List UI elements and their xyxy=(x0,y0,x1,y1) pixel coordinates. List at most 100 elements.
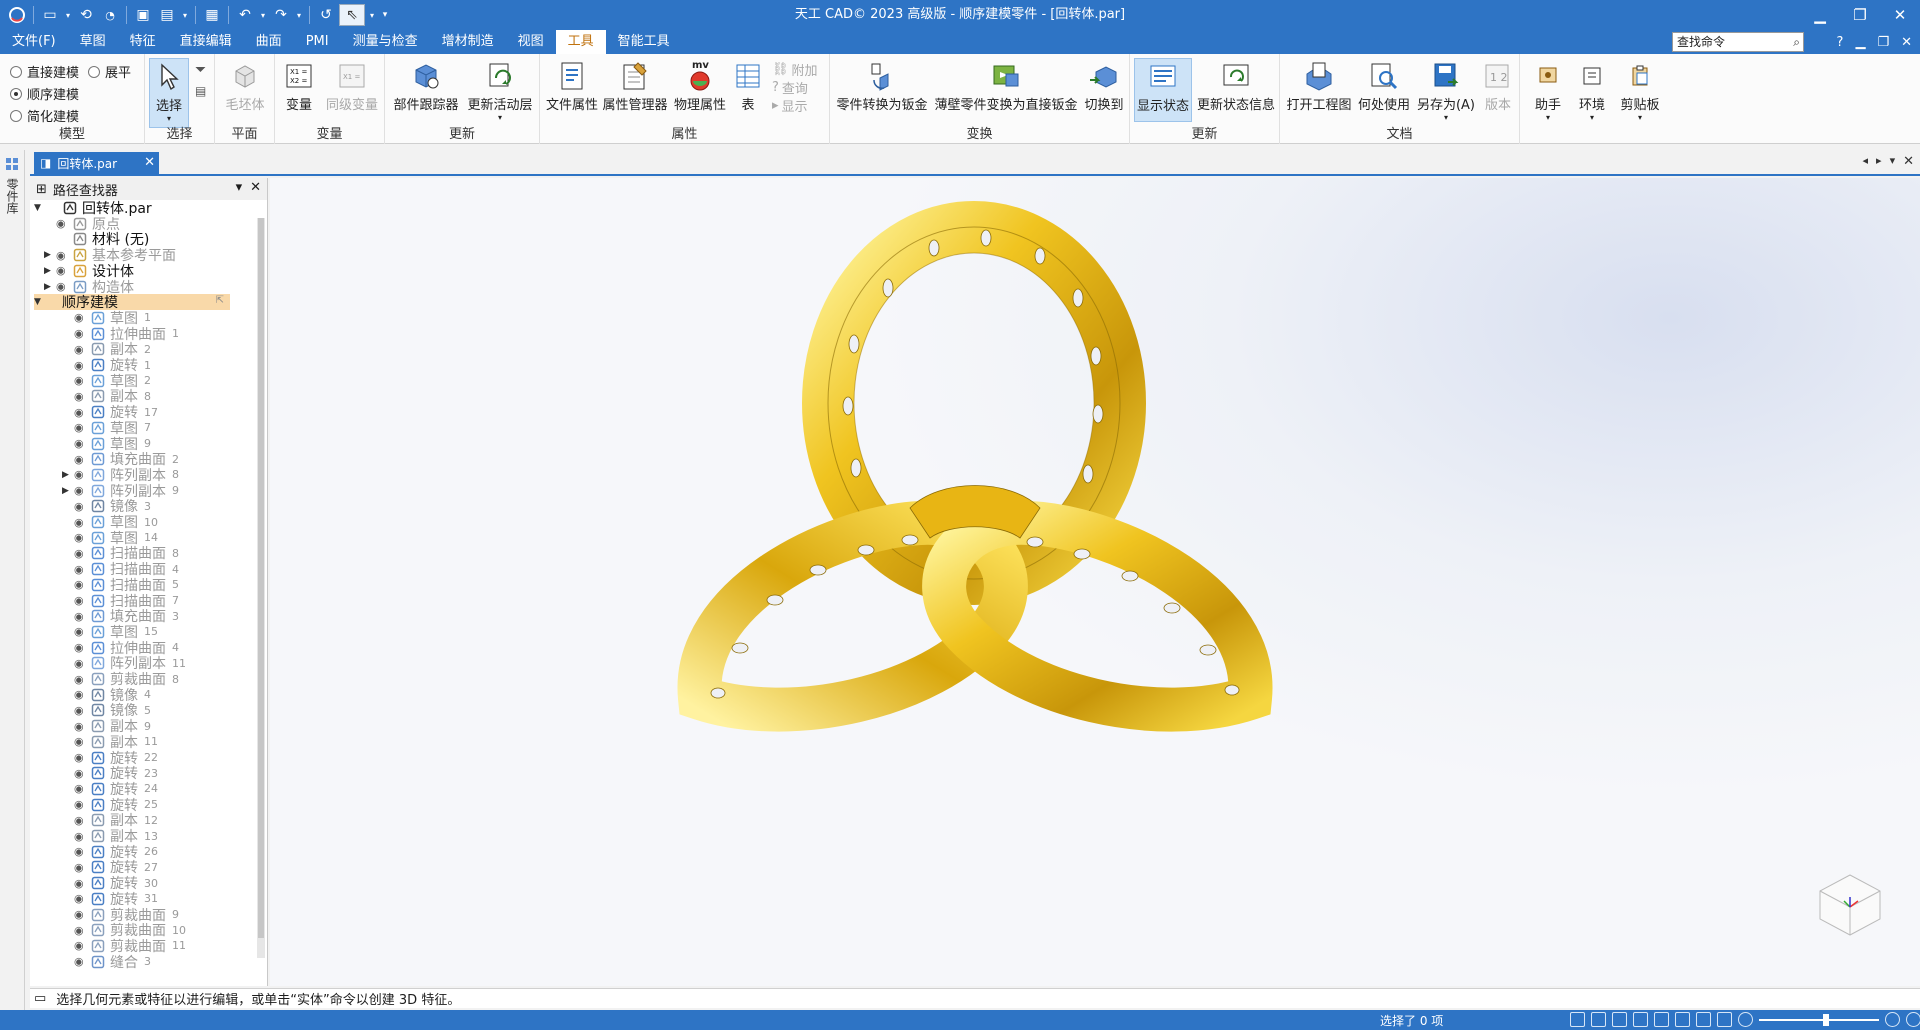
document-tab[interactable]: ◨ 回转体.par ✕ xyxy=(34,152,159,174)
menu-feature[interactable]: 特征 xyxy=(118,30,168,54)
menu-additive[interactable]: 增材制造 xyxy=(430,30,506,54)
visibility-eye-icon[interactable]: ◉ xyxy=(74,531,90,544)
visibility-eye-icon[interactable]: ◉ xyxy=(74,547,90,560)
visibility-eye-icon[interactable]: ◉ xyxy=(74,861,90,874)
part-tracker-button[interactable]: 部件跟踪器 xyxy=(391,58,461,113)
display-state-button[interactable]: 显示状态 xyxy=(1134,58,1192,122)
visibility-eye-icon[interactable]: ◉ xyxy=(74,704,90,717)
tab-scroll-right-icon[interactable]: ▸ xyxy=(1876,154,1882,169)
zoom-slider[interactable] xyxy=(1759,1013,1879,1026)
visibility-eye-icon[interactable]: ◉ xyxy=(74,735,90,748)
visibility-eye-icon[interactable]: ◉ xyxy=(74,688,90,701)
expanded-arrow-icon[interactable]: ▼ xyxy=(34,203,46,213)
menu-sketch[interactable]: 草图 xyxy=(68,30,118,54)
help-icon[interactable]: ? xyxy=(1837,35,1844,50)
visibility-eye-icon[interactable]: ◉ xyxy=(74,311,90,324)
version-button[interactable]: 1 2 版本 xyxy=(1480,58,1516,113)
ribbon-minimize-icon[interactable]: ▁ xyxy=(1855,35,1865,50)
expanded-arrow-icon[interactable]: ▼ xyxy=(34,297,46,307)
view-cube[interactable] xyxy=(1810,861,1890,944)
sketch-view-icon[interactable] xyxy=(1675,1012,1690,1027)
zoom-out-icon[interactable] xyxy=(1738,1012,1753,1027)
visibility-eye-icon[interactable]: ◉ xyxy=(74,814,90,827)
visibility-eye-icon[interactable]: ◉ xyxy=(56,280,72,293)
collapsed-arrow-icon[interactable]: ▶ xyxy=(62,486,74,496)
tree-scrollbar[interactable] xyxy=(257,218,265,958)
visibility-eye-icon[interactable]: ◉ xyxy=(74,437,90,450)
menu-measure[interactable]: 测量与检查 xyxy=(341,30,430,54)
menu-pmi[interactable]: PMI xyxy=(294,30,341,54)
close-tab-icon[interactable]: ✕ xyxy=(144,155,155,170)
collapsed-arrow-icon[interactable]: ▶ xyxy=(44,266,56,276)
open-file-icon[interactable]: ⟲ xyxy=(75,4,97,26)
visibility-eye-icon[interactable]: ◉ xyxy=(74,924,90,937)
app-logo-icon[interactable] xyxy=(6,4,28,26)
menu-direct-edit[interactable]: 直接编辑 xyxy=(168,30,244,54)
visibility-eye-icon[interactable]: ◉ xyxy=(74,673,90,686)
visibility-eye-icon[interactable]: ◉ xyxy=(74,908,90,921)
visibility-eye-icon[interactable]: ◉ xyxy=(74,563,90,576)
property-manager-button[interactable]: 属性管理器 xyxy=(602,58,668,113)
assistant-button[interactable]: 助手 ▾ xyxy=(1528,58,1568,122)
prompt-bar-icon[interactable]: ▭ xyxy=(34,991,46,1006)
visibility-eye-icon[interactable]: ◉ xyxy=(56,217,72,230)
zoom-reset-icon[interactable] xyxy=(1906,1012,1920,1027)
redo-dropdown-icon[interactable]: ▾ xyxy=(294,4,304,26)
visibility-eye-icon[interactable]: ◉ xyxy=(74,610,90,623)
shading-icon[interactable] xyxy=(1696,1012,1711,1027)
doc-restore-icon[interactable]: ❐ xyxy=(1877,35,1889,50)
zoom-slider-thumb[interactable] xyxy=(1823,1013,1829,1026)
collapsed-arrow-icon[interactable]: ▶ xyxy=(44,250,56,260)
visibility-eye-icon[interactable]: ◉ xyxy=(74,892,90,905)
save-icon[interactable]: ▣ xyxy=(132,4,154,26)
customize-toolbar-icon[interactable]: ▾ xyxy=(379,4,391,26)
menu-smart-tools[interactable]: 智能工具 xyxy=(606,30,682,54)
visibility-eye-icon[interactable]: ◉ xyxy=(74,468,90,481)
save-dropdown-icon[interactable]: ▾ xyxy=(180,4,190,26)
table-button[interactable]: 表 xyxy=(730,58,766,113)
visibility-eye-icon[interactable]: ◉ xyxy=(74,767,90,780)
visibility-eye-icon[interactable]: ◉ xyxy=(74,625,90,638)
menu-tools[interactable]: 工具 xyxy=(555,30,606,54)
pan-icon[interactable] xyxy=(1633,1012,1648,1027)
collapsed-arrow-icon[interactable]: ▶ xyxy=(44,282,56,292)
minimize-button[interactable]: ▁ xyxy=(1800,0,1840,30)
switch-to-button[interactable]: 切换到 xyxy=(1082,58,1126,113)
visibility-eye-icon[interactable]: ◉ xyxy=(74,751,90,764)
visibility-eye-icon[interactable]: ◉ xyxy=(74,657,90,670)
radio-ordered-modeling[interactable]: 顺序建模 xyxy=(10,84,79,103)
select-tool-icon[interactable]: ⇖ xyxy=(339,4,365,26)
select-tool-dropdown-icon[interactable]: ▾ xyxy=(367,4,377,26)
visibility-eye-icon[interactable]: ◉ xyxy=(74,939,90,952)
library-icon[interactable] xyxy=(4,156,20,175)
environment-button[interactable]: 环境 ▾ xyxy=(1572,58,1612,122)
command-search-input[interactable]: 查找命令 ⌕ xyxy=(1672,32,1804,52)
menu-surface[interactable]: 曲面 xyxy=(244,30,294,54)
new-file-icon[interactable]: ▭ xyxy=(39,4,61,26)
visibility-eye-icon[interactable]: ◉ xyxy=(74,421,90,434)
filter-icon[interactable]: ⏷ xyxy=(195,62,206,78)
print-icon[interactable]: ▦ xyxy=(201,4,223,26)
zoom-in-icon[interactable] xyxy=(1885,1012,1900,1027)
save-as-button[interactable]: 另存为(A) ▾ xyxy=(1414,58,1478,122)
visibility-eye-icon[interactable]: ◉ xyxy=(74,374,90,387)
clipboard-button[interactable]: 剪贴板 ▾ xyxy=(1616,58,1664,122)
visibility-eye-icon[interactable]: ◉ xyxy=(74,516,90,529)
visibility-eye-icon[interactable]: ◉ xyxy=(74,359,90,372)
tab-list-icon[interactable]: ▾ xyxy=(1890,154,1896,169)
close-all-icon[interactable]: ✕ xyxy=(1903,154,1914,169)
radio-direct-modeling[interactable]: 直接建模 xyxy=(10,62,79,81)
undo-icon[interactable]: ↶ xyxy=(234,4,256,26)
redo-icon[interactable]: ↷ xyxy=(270,4,292,26)
visibility-eye-icon[interactable]: ◉ xyxy=(74,343,90,356)
menu-file[interactable]: 文件(F) xyxy=(0,30,68,54)
model-render[interactable] xyxy=(270,178,1920,986)
revolved-body-model[interactable] xyxy=(677,201,1273,732)
update-state-info-button[interactable]: 更新状态信息 xyxy=(1194,58,1278,113)
visibility-eye-icon[interactable]: ◉ xyxy=(74,500,90,513)
file-properties-button[interactable]: 文件属性 xyxy=(544,58,600,113)
restore-button[interactable]: ❐ xyxy=(1840,0,1880,30)
where-used-button[interactable]: 何处使用 xyxy=(1356,58,1412,113)
show-button[interactable]: ▸ 显示 xyxy=(772,96,808,115)
open-drawing-button[interactable]: 打开工程图 xyxy=(1284,58,1354,113)
